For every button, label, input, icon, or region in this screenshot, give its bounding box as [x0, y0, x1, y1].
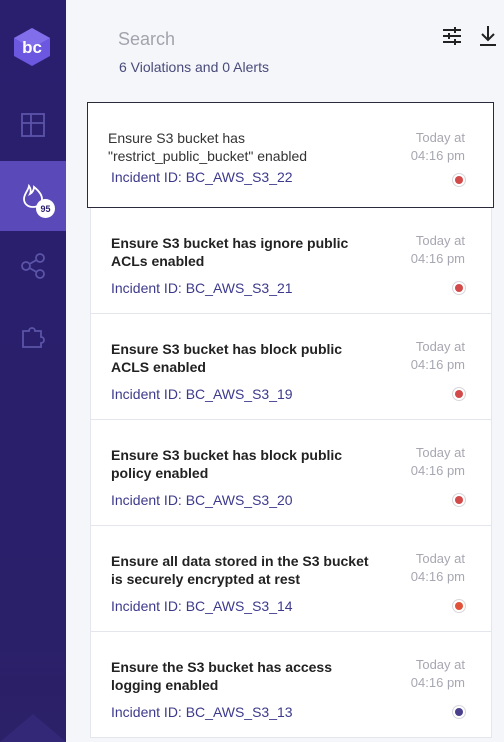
violation-title: Ensure S3 bucket has "restrict_public_bu… [108, 130, 308, 164]
severity-indicator [452, 173, 466, 187]
download-button[interactable] [476, 24, 500, 48]
violation-title: Ensure S3 bucket has ignore public ACLs … [111, 235, 349, 269]
violation-card[interactable]: Ensure all data stored in the S3 bucket … [90, 526, 492, 632]
severity-indicator [452, 281, 466, 295]
nav-violations[interactable]: 95 [0, 161, 66, 231]
incident-id: Incident ID: BC_AWS_S3_20 [111, 492, 293, 508]
incident-id: Incident ID: BC_AWS_S3_19 [111, 386, 293, 402]
violation-time: Today at 04:16 pm [410, 339, 465, 372]
violation-title: Ensure S3 bucket has block public policy… [111, 447, 343, 481]
violation-title: Ensure S3 bucket has block public ACLS e… [111, 341, 343, 375]
nav-dashboard[interactable] [0, 90, 66, 160]
violation-title: Ensure the S3 bucket has access logging … [111, 659, 332, 693]
violations-list: Ensure S3 bucket has "restrict_public_bu… [86, 102, 494, 738]
nav-integrations[interactable] [0, 231, 66, 301]
share-icon [21, 253, 45, 279]
filter-button[interactable] [440, 24, 464, 48]
svg-text:bc: bc [22, 38, 42, 57]
violation-card[interactable]: Ensure S3 bucket has block public policy… [90, 420, 492, 526]
violation-card[interactable]: Ensure S3 bucket has ignore public ACLs … [90, 208, 492, 314]
severity-indicator [452, 493, 466, 507]
sliders-icon [443, 27, 461, 45]
violation-time: Today at 04:16 pm [410, 551, 465, 584]
sidebar-decoration [0, 714, 66, 742]
violation-time: Today at 04:16 pm [410, 130, 465, 163]
violation-time: Today at 04:16 pm [410, 445, 465, 478]
severity-indicator [452, 705, 466, 719]
violation-time: Today at 04:16 pm [410, 657, 465, 690]
bc-logo[interactable]: bc [10, 26, 54, 66]
severity-indicator [452, 387, 466, 401]
violation-card[interactable]: Ensure S3 bucket has "restrict_public_bu… [87, 102, 494, 208]
incident-id: Incident ID: BC_AWS_S3_13 [111, 704, 293, 720]
violations-summary: 6 Violations and 0 Alerts [119, 59, 269, 75]
severity-indicator [452, 599, 466, 613]
violation-time: Today at 04:16 pm [410, 233, 465, 266]
puzzle-icon [22, 327, 45, 348]
grid-icon [21, 113, 45, 137]
nav-plugins[interactable] [0, 301, 66, 371]
violation-card[interactable]: Ensure the S3 bucket has access logging … [90, 632, 492, 738]
violations-count-badge: 95 [36, 199, 55, 218]
incident-id: Incident ID: BC_AWS_S3_21 [111, 280, 293, 296]
violation-card[interactable]: Ensure S3 bucket has block public ACLS e… [90, 314, 492, 420]
incident-id: Incident ID: BC_AWS_S3_22 [111, 169, 293, 185]
download-icon [480, 26, 496, 46]
sidebar: bc 95 [0, 0, 66, 742]
violation-title: Ensure all data stored in the S3 bucket … [111, 553, 369, 587]
main-panel: 6 Violations and 0 Alerts Ensure S3 buck… [66, 0, 504, 742]
incident-id: Incident ID: BC_AWS_S3_14 [111, 598, 293, 614]
search-input[interactable] [118, 26, 368, 52]
